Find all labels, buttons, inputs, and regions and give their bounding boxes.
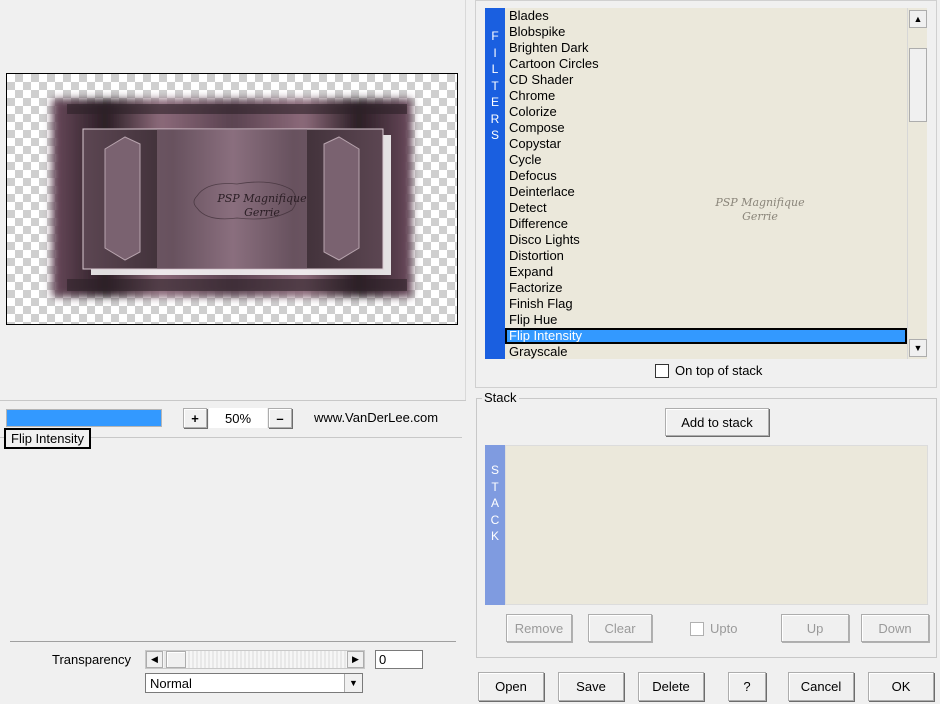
transparency-input[interactable]: 0 (375, 650, 423, 669)
tab-letter: I (493, 45, 497, 60)
watermark-line2: Gerrie (244, 206, 280, 219)
tab-letter: L (491, 62, 499, 76)
open-button[interactable]: Open (478, 672, 544, 701)
blend-mode-value: Normal (150, 676, 192, 691)
filter-item[interactable]: Grayscale (505, 344, 907, 359)
zoom-out-button[interactable]: – (268, 408, 292, 428)
clear-button[interactable]: Clear (588, 614, 652, 642)
filter-item[interactable]: Distortion (505, 248, 907, 264)
stack-title: Stack (482, 390, 519, 405)
tab-letter: K (490, 529, 499, 543)
upto-label: Upto (710, 621, 738, 636)
upto-checkbox[interactable] (690, 621, 704, 636)
down-button[interactable]: Down (861, 614, 929, 642)
filter-item[interactable]: Chrome (505, 88, 907, 104)
tab-letter: S (490, 463, 499, 477)
transparency-label: Transparency (52, 652, 131, 667)
filter-item[interactable]: Blobspike (505, 24, 907, 40)
current-filter-name: Flip Intensity (4, 428, 91, 449)
zoom-level: 50% (209, 408, 267, 428)
watermark-line1: PSP Magnifique (217, 192, 307, 205)
filter-item[interactable]: Cartoon Circles (505, 56, 907, 72)
dropdown-arrow-icon[interactable]: ▼ (344, 674, 362, 692)
tab-letter: A (490, 496, 499, 510)
zoom-in-button[interactable]: + (183, 408, 207, 428)
filter-item[interactable]: Flip Intensity (505, 328, 907, 344)
filter-item[interactable]: Compose (505, 120, 907, 136)
filter-item[interactable]: CD Shader (505, 72, 907, 88)
stack-tab: STACK (485, 445, 505, 605)
tab-letter: F (491, 29, 499, 43)
scroll-down-arrow-icon[interactable]: ▼ (909, 339, 927, 357)
filter-item[interactable]: Copystar (505, 136, 907, 152)
divider (0, 400, 466, 401)
filter-item[interactable]: Factorize (505, 280, 907, 296)
tab-letter: C (490, 512, 500, 527)
stack-list[interactable] (505, 445, 928, 605)
filter-item[interactable]: Expand (505, 264, 907, 280)
preview-watermark: PSP Magnifique Gerrie (207, 192, 317, 220)
filter-item[interactable]: Disco Lights (505, 232, 907, 248)
watermark-line2: Gerrie (742, 210, 778, 223)
tab-letter: E (490, 95, 499, 109)
slider-left-arrow-icon[interactable]: ◀ (146, 651, 163, 668)
help-button[interactable]: ? (728, 672, 766, 701)
delete-button[interactable]: Delete (638, 672, 704, 701)
slider-thumb[interactable] (166, 651, 186, 668)
scroll-thumb[interactable] (909, 48, 927, 122)
tab-letter: T (491, 479, 499, 494)
watermark-line1: PSP Magnifique (715, 196, 805, 209)
filter-item[interactable]: Blades (505, 8, 907, 24)
tab-letter: R (490, 111, 500, 126)
divider (10, 641, 456, 642)
preview-canvas[interactable]: PSP Magnifique Gerrie (6, 73, 458, 325)
save-button[interactable]: Save (558, 672, 624, 701)
filter-item[interactable]: Flip Hue (505, 312, 907, 328)
filter-item[interactable]: Colorize (505, 104, 907, 120)
on-top-label: On top of stack (675, 363, 763, 378)
progress-bar (6, 409, 162, 427)
on-top-of-stack-option[interactable]: On top of stack (655, 363, 762, 378)
progress-fill (7, 410, 161, 426)
blend-mode-select[interactable]: Normal ▼ (145, 673, 363, 693)
slider-right-arrow-icon[interactable]: ▶ (347, 651, 364, 668)
add-to-stack-button[interactable]: Add to stack (665, 408, 769, 436)
filter-list[interactable]: Blades Blobspike Brighten Dark Cartoon Circ… (505, 8, 907, 359)
scroll-up-arrow-icon[interactable]: ▲ (909, 10, 927, 28)
list-watermark: PSP Magnifique Gerrie (700, 196, 820, 224)
upto-option[interactable]: Upto (690, 621, 737, 636)
filter-list-scrollbar[interactable]: ▲ ▼ (907, 8, 927, 359)
up-button[interactable]: Up (781, 614, 849, 642)
parameters-area (0, 437, 462, 643)
filter-item[interactable]: Brighten Dark (505, 40, 907, 56)
filter-item[interactable]: Finish Flag (505, 296, 907, 312)
filters-tab: FILTERS (485, 8, 505, 359)
on-top-checkbox[interactable] (655, 363, 669, 378)
ok-button[interactable]: OK (868, 672, 934, 701)
cancel-button[interactable]: Cancel (788, 672, 854, 701)
filter-item[interactable]: Cycle (505, 152, 907, 168)
website-link[interactable]: www.VanDerLee.com (314, 410, 438, 425)
filter-item[interactable]: Defocus (505, 168, 907, 184)
transparency-slider[interactable]: ◀ ▶ (145, 650, 365, 669)
tab-letter: T (491, 78, 499, 93)
remove-button[interactable]: Remove (506, 614, 572, 642)
tab-letter: S (490, 128, 499, 142)
